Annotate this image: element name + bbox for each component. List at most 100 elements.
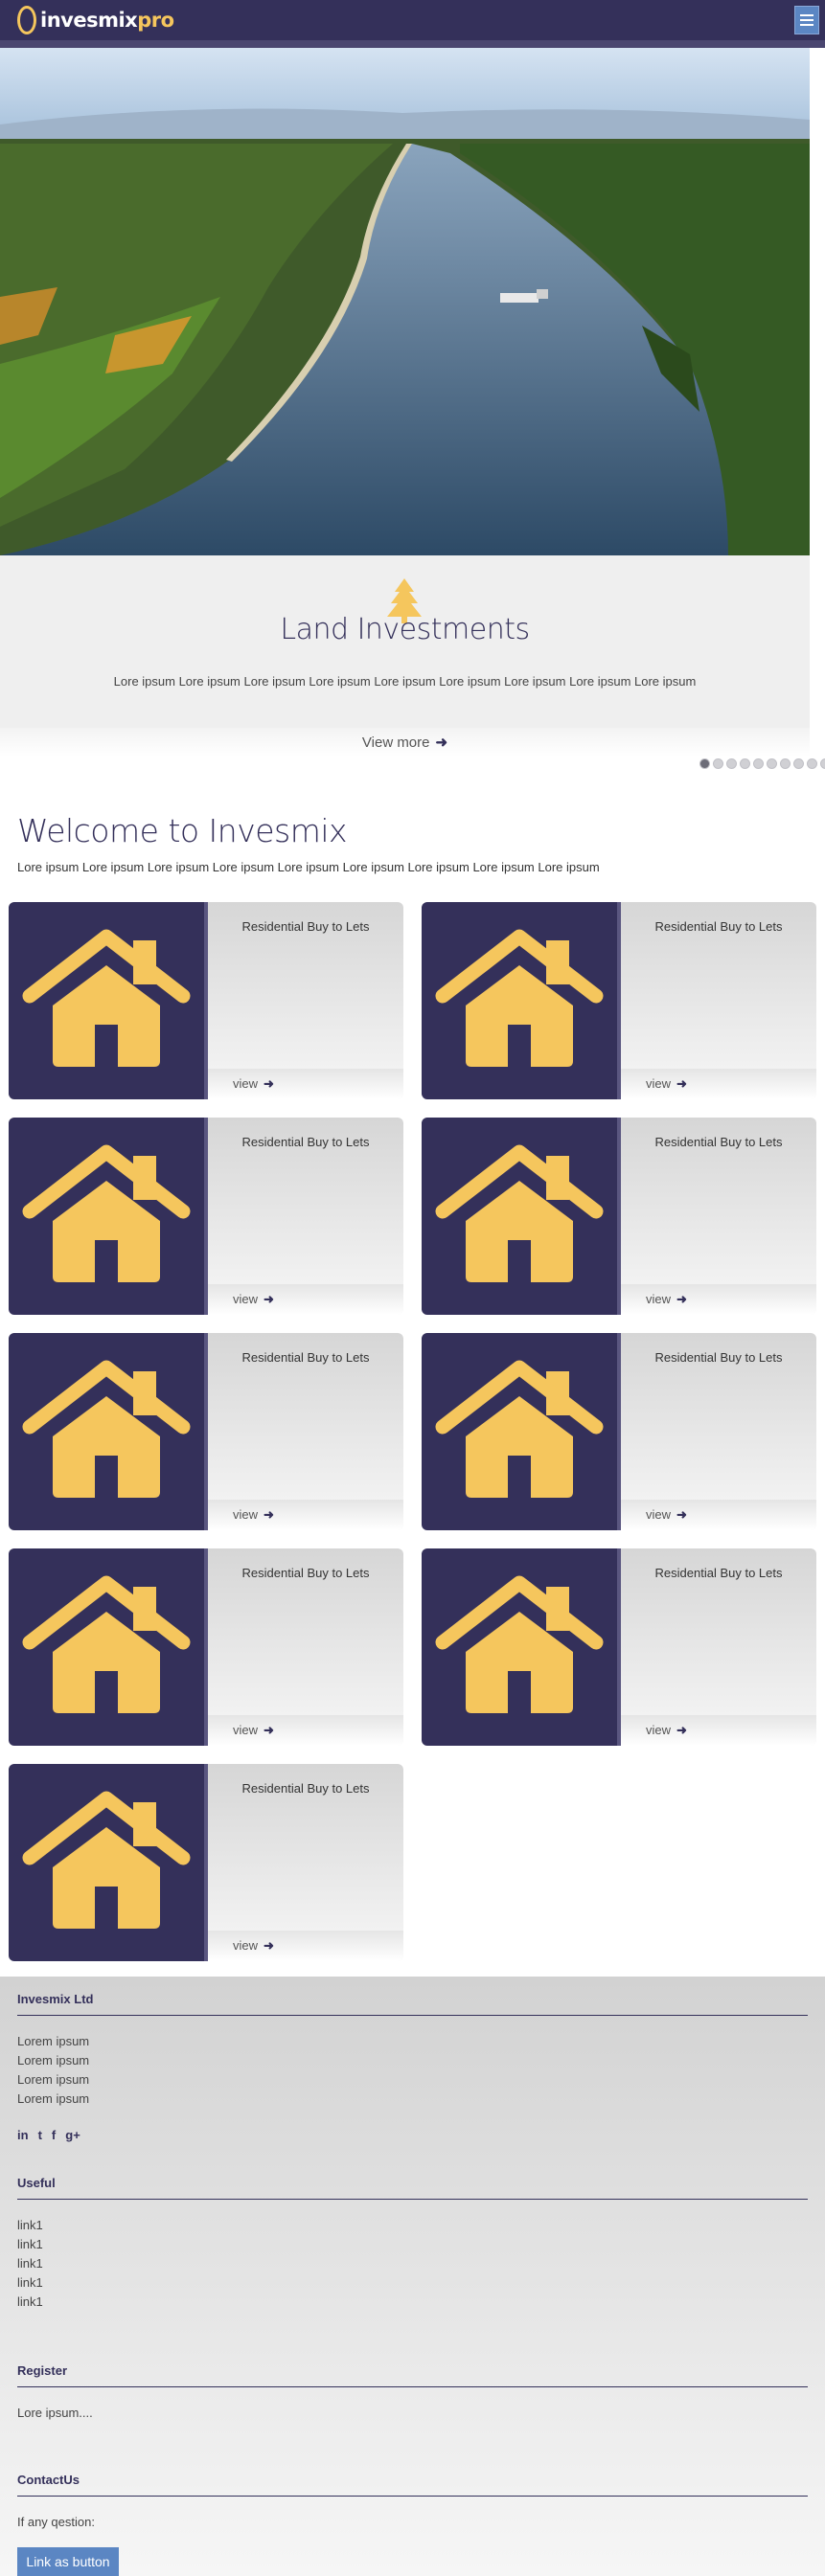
footer-divider [17, 2015, 808, 2016]
slider-dot[interactable] [767, 758, 777, 769]
hero-slide-image [0, 48, 810, 555]
card-view-link[interactable]: view ➜ [646, 1723, 687, 1738]
card-title: Residential Buy to Lets [654, 1135, 783, 1149]
card-title: Residential Buy to Lets [241, 1135, 370, 1149]
property-card: Residential Buy to Lets view ➜ [9, 902, 403, 1099]
property-card: Residential Buy to Lets view ➜ [9, 1764, 403, 1961]
arrow-right-icon: ➜ [264, 1938, 274, 1953]
card-view-link[interactable]: view ➜ [233, 1292, 274, 1307]
footer-company-heading: Invesmix Ltd [17, 1992, 94, 2006]
navbar-underline [0, 40, 825, 48]
slider-dot[interactable] [713, 758, 723, 769]
social-links: in t f g+ [17, 2128, 80, 2142]
property-card: Residential Buy to Lets view ➜ [9, 1333, 403, 1530]
slide-caption: Land Investments Lore ipsum Lore ipsum L… [0, 555, 810, 728]
welcome-text: Lore ipsum Lore ipsum Lore ipsum Lore ip… [17, 860, 600, 874]
menu-bar-icon [800, 19, 814, 21]
property-card: Residential Buy to Lets view ➜ [422, 1548, 816, 1746]
footer-useful-link[interactable]: link1 [17, 2256, 43, 2271]
slider-pagination [699, 758, 825, 769]
slider-dot[interactable] [820, 758, 825, 769]
card-footer: view ➜ [208, 1715, 403, 1746]
contact-link-button[interactable]: Link as button [17, 2547, 119, 2576]
slider-dot[interactable] [726, 758, 737, 769]
footer-useful-link[interactable]: link1 [17, 2294, 43, 2309]
logo[interactable]: invesmixpro [17, 4, 174, 36]
card-title: Residential Buy to Lets [241, 1781, 370, 1796]
footer-divider [17, 2496, 808, 2497]
card-view-link[interactable]: view ➜ [646, 1507, 687, 1523]
card-view-link[interactable]: view ➜ [646, 1076, 687, 1092]
logo-text: invesmixpro [40, 9, 174, 32]
card-footer: view ➜ [621, 1715, 816, 1746]
footer-contact-heading: ContactUs [17, 2473, 80, 2487]
card-view-link[interactable]: view ➜ [233, 1507, 274, 1523]
card-title: Residential Buy to Lets [241, 919, 370, 934]
property-card: Residential Buy to Lets view ➜ [422, 1118, 816, 1315]
footer [0, 1977, 825, 2576]
arrow-right-icon: ➜ [264, 1507, 274, 1522]
footer-company-line: Lorem ipsum [17, 2034, 90, 2048]
card-footer: view ➜ [621, 1284, 816, 1315]
card-footer: view ➜ [208, 1284, 403, 1315]
card-view-link[interactable]: view ➜ [233, 1938, 274, 1954]
twitter-icon[interactable]: t [38, 2128, 42, 2142]
card-footer: view ➜ [208, 1931, 403, 1961]
card-footer: view ➜ [208, 1500, 403, 1530]
card-view-link[interactable]: view ➜ [646, 1292, 687, 1307]
card-title: Residential Buy to Lets [654, 919, 783, 934]
house-icon [422, 1333, 617, 1530]
house-icon [422, 1548, 617, 1746]
footer-divider [17, 2199, 808, 2200]
footer-register-heading: Register [17, 2363, 68, 2378]
house-icon [9, 1764, 204, 1961]
card-footer: view ➜ [621, 1500, 816, 1530]
house-icon [9, 1548, 204, 1746]
card-view-link[interactable]: view ➜ [233, 1723, 274, 1738]
footer-useful-link[interactable]: link1 [17, 2237, 43, 2251]
card-title: Residential Buy to Lets [654, 1566, 783, 1580]
house-icon [9, 1333, 204, 1530]
house-icon [422, 902, 617, 1099]
slider-dot[interactable] [807, 758, 817, 769]
card-title: Residential Buy to Lets [241, 1350, 370, 1365]
logo-ring-icon [17, 6, 36, 34]
house-icon [422, 1118, 617, 1315]
hamburger-menu-button[interactable] [794, 6, 819, 34]
welcome-title: Welcome to Invesmix [17, 812, 348, 849]
menu-bar-icon [800, 24, 814, 26]
google-plus-icon[interactable]: g+ [65, 2128, 80, 2142]
arrow-right-icon: ➜ [676, 1723, 687, 1737]
property-card: Residential Buy to Lets view ➜ [422, 1333, 816, 1530]
arrow-right-icon: ➜ [676, 1076, 687, 1091]
arrow-right-icon: ➜ [676, 1292, 687, 1306]
top-navbar: invesmixpro [0, 0, 825, 40]
property-card: Residential Buy to Lets view ➜ [422, 902, 816, 1099]
card-view-link[interactable]: view ➜ [233, 1076, 274, 1092]
slider-dot[interactable] [740, 758, 750, 769]
slider-dot[interactable] [699, 758, 710, 769]
footer-contact-text: If any qestion: [17, 2515, 95, 2529]
house-icon [9, 902, 204, 1099]
view-more-link[interactable]: View more ➜ [0, 734, 810, 751]
view-more-bar: View more ➜ [0, 728, 810, 757]
arrow-right-icon: ➜ [264, 1076, 274, 1091]
footer-useful-link[interactable]: link1 [17, 2275, 43, 2290]
property-card: Residential Buy to Lets view ➜ [9, 1548, 403, 1746]
facebook-icon[interactable]: f [52, 2128, 56, 2142]
linkedin-icon[interactable]: in [17, 2128, 29, 2142]
arrow-right-icon: ➜ [676, 1507, 687, 1522]
footer-divider [17, 2386, 808, 2387]
slide-text: Lore ipsum Lore ipsum Lore ipsum Lore ip… [113, 674, 697, 689]
card-footer: view ➜ [621, 1069, 816, 1099]
footer-useful-link[interactable]: link1 [17, 2218, 43, 2232]
card-footer: view ➜ [208, 1069, 403, 1099]
slider-dot[interactable] [793, 758, 804, 769]
slider-dot[interactable] [780, 758, 791, 769]
footer-useful-heading: Useful [17, 2176, 56, 2190]
footer-company-line: Lorem ipsum [17, 2072, 90, 2087]
arrow-right-icon: ➜ [264, 1723, 274, 1737]
slider-dot[interactable] [753, 758, 764, 769]
menu-bar-icon [800, 14, 814, 16]
card-title: Residential Buy to Lets [654, 1350, 783, 1365]
